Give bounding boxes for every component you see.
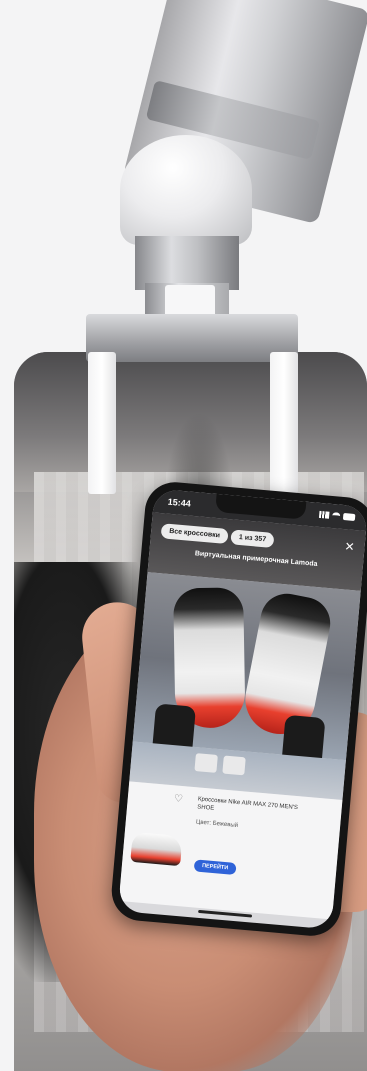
scene: 15:44 Все кроссовки 1 из 357 ✕ Виртуальн… xyxy=(0,0,367,1071)
battery-icon xyxy=(342,513,356,522)
gripper-finger-left xyxy=(88,352,116,494)
signal-icon xyxy=(318,510,330,519)
status-icons xyxy=(318,510,356,522)
gripper-bar xyxy=(86,314,298,362)
robot-joint xyxy=(120,135,252,245)
product-card: ♡ Кроссовки Nike AIR MAX 270 MEN'S SHOE … xyxy=(118,781,343,920)
go-button[interactable]: ПЕРЕЙТИ xyxy=(193,859,237,875)
notch xyxy=(215,493,307,520)
product-name: Кроссовки Nike AIR MAX 270 MEN'S SHOE xyxy=(196,796,299,812)
smartphone: 15:44 Все кроссовки 1 из 357 ✕ Виртуальн… xyxy=(109,479,367,939)
status-time: 15:44 xyxy=(167,496,192,509)
product-color: Цвет: Бежевый xyxy=(195,819,239,829)
thumbnail[interactable] xyxy=(194,753,218,773)
product-image xyxy=(130,831,183,867)
app-title: Виртуальная примерочная Lamoda xyxy=(194,550,318,568)
thumbnail[interactable] xyxy=(222,755,246,776)
gripper-finger-right xyxy=(270,352,298,494)
close-icon[interactable]: ✕ xyxy=(342,539,357,554)
ar-camera-view xyxy=(132,572,361,778)
wifi-icon xyxy=(331,512,341,520)
item-counter: 1 из 357 xyxy=(230,529,275,549)
heart-icon[interactable]: ♡ xyxy=(173,793,183,805)
all-sneakers-button[interactable]: Все кроссовки xyxy=(160,523,229,544)
phone-screen: 15:44 Все кроссовки 1 из 357 ✕ Виртуальн… xyxy=(117,488,367,930)
robot-wrist xyxy=(135,236,239,290)
